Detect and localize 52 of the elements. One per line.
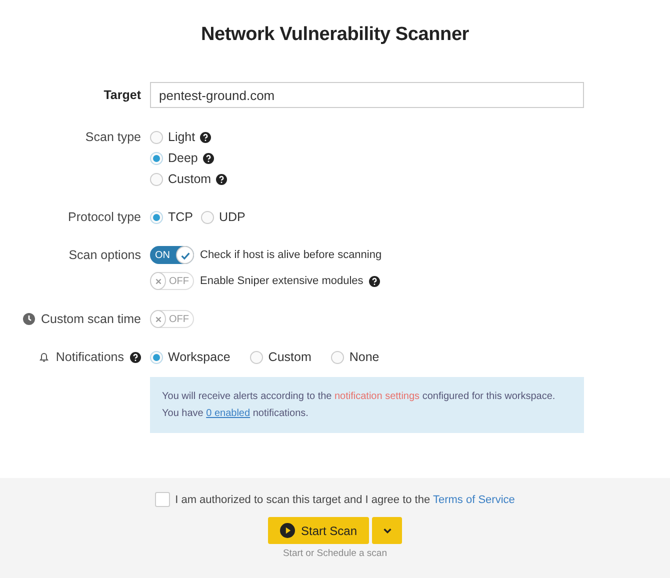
play-icon	[280, 523, 295, 538]
toggle-state: OFF	[168, 314, 190, 324]
radio-button[interactable]	[150, 172, 163, 186]
help-icon[interactable]	[200, 132, 212, 142]
enabled-link[interactable]: 0 enabled	[206, 408, 250, 419]
toggle-switch[interactable]: OFF	[150, 272, 194, 290]
field-label: Scan type	[85, 130, 141, 144]
option-label: Enable Sniper extensive modules	[200, 275, 364, 287]
dropdown-button[interactable]	[372, 517, 402, 544]
target-field[interactable]: pentest-ground.com	[150, 82, 584, 108]
radio-button[interactable]	[331, 350, 344, 364]
option-label: Check if host is alive before scanning	[200, 249, 382, 261]
settings-link[interactable]: notification settings	[334, 391, 420, 402]
radio-button[interactable]	[250, 350, 264, 364]
radio-button[interactable]	[150, 152, 163, 164]
option-label: None	[349, 350, 380, 364]
help-icon[interactable]	[130, 352, 141, 362]
field-label: Notifications	[56, 350, 124, 364]
option-label: Workspace	[168, 350, 230, 364]
cross-icon	[154, 314, 162, 324]
agree-checkbox[interactable]	[155, 492, 170, 507]
radio-button[interactable]	[150, 350, 163, 364]
radio-button[interactable]	[150, 210, 163, 224]
option-label: UDP	[219, 210, 246, 224]
field-label: Custom scan time	[40, 312, 141, 326]
help-icon[interactable]	[369, 276, 380, 286]
field-label: Protocol type	[68, 210, 141, 224]
start-scan-button[interactable]: Start Scan	[268, 517, 369, 544]
option-label: TCP	[168, 210, 193, 224]
info-text: You have 0 enabled notifications.	[162, 407, 310, 421]
toggle-state: OFF	[168, 276, 190, 286]
radio-button[interactable]	[150, 130, 163, 144]
terms-link[interactable]: Terms of Service	[432, 494, 515, 506]
info-text: You will receive alerts according to the notification settings configured for this workspace.	[162, 390, 556, 404]
field-label: Target	[104, 88, 141, 102]
toggle-switch[interactable]: ON	[150, 246, 194, 264]
option-label: Deep	[168, 151, 198, 165]
cross-icon	[154, 276, 162, 286]
clock-icon	[22, 313, 35, 325]
help-icon[interactable]	[202, 152, 214, 164]
option-label: Custom	[168, 172, 212, 186]
radio-button[interactable]	[201, 210, 214, 224]
option-label: Light	[168, 130, 196, 144]
bell-icon	[38, 351, 50, 363]
option-label: Custom	[268, 350, 312, 364]
hint-text: Start or Schedule a scan	[282, 548, 388, 559]
page-title: Network Vulnerability Scanner	[200, 24, 470, 46]
help-icon[interactable]	[216, 174, 228, 184]
toggle-state: ON	[154, 250, 171, 260]
toggle-switch[interactable]: OFF	[150, 310, 194, 328]
field-label: Scan options	[68, 248, 141, 262]
agreement-text: I am authorized to scan this target and I agree to the Terms of Service	[175, 494, 515, 506]
